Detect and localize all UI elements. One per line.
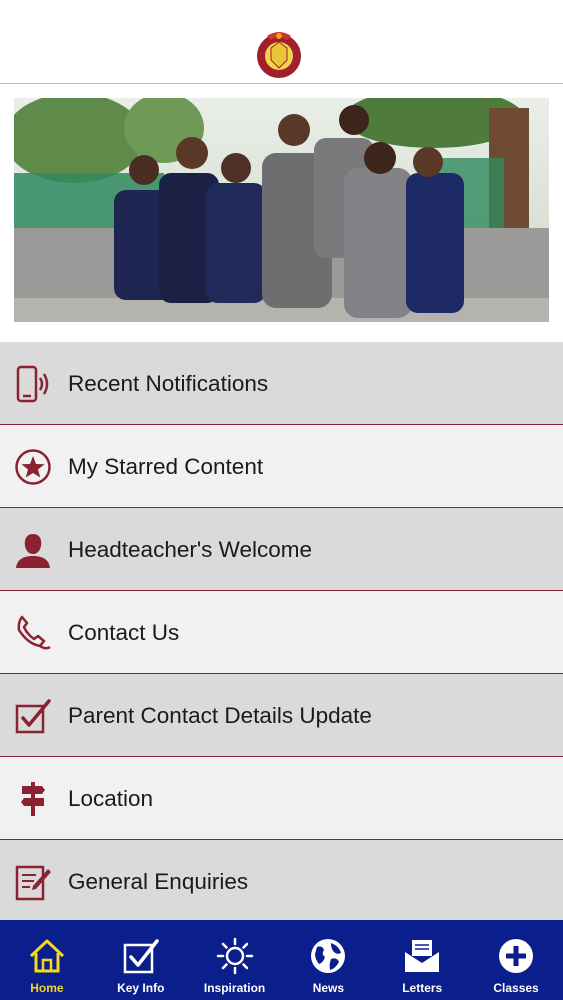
menu-item-label: Contact Us <box>68 620 180 645</box>
tab-inspiration[interactable]: Inspiration <box>188 920 282 1000</box>
menu-item-contact-us[interactable]: Contact Us <box>0 591 563 674</box>
phone-notification-icon <box>16 365 49 403</box>
tab-label: Letters <box>402 981 443 995</box>
person-icon <box>16 534 50 568</box>
document-edit-icon <box>15 865 51 901</box>
tab-label: Inspiration <box>203 981 266 995</box>
menu-item-general-enquiries[interactable]: General Enquiries <box>0 840 563 923</box>
sun-icon <box>216 937 253 975</box>
menu-item-recent-notifications[interactable]: Recent Notifications <box>0 342 563 425</box>
menu-item-label: General Enquiries <box>68 869 249 894</box>
tab-news[interactable]: News <box>281 920 375 1000</box>
envelope-icon <box>405 940 440 972</box>
menu-item-label: Recent Notifications <box>68 371 269 396</box>
menu-item-label: My Starred Content <box>68 454 264 479</box>
tab-label: Classes <box>493 981 539 995</box>
bottom-tab-bar: Home Key Info Inspiration News Letters C… <box>0 920 563 1000</box>
checkbox-icon <box>15 699 51 734</box>
tab-home[interactable]: Home <box>0 920 94 1000</box>
plus-circle-icon <box>499 939 534 973</box>
main-menu: Recent Notifications My Starred Content … <box>0 342 563 923</box>
school-crest-logo <box>257 32 301 78</box>
home-icon <box>29 939 64 973</box>
tab-label: Home <box>30 981 64 995</box>
menu-item-headteachers-welcome[interactable]: Headteacher's Welcome <box>0 508 563 591</box>
app-header <box>0 0 563 84</box>
menu-item-label: Location <box>68 786 154 811</box>
menu-item-my-starred-content[interactable]: My Starred Content <box>0 425 563 508</box>
tab-letters[interactable]: Letters <box>375 920 469 1000</box>
signpost-icon <box>21 782 45 816</box>
menu-item-parent-contact-details-update[interactable]: Parent Contact Details Update <box>0 674 563 757</box>
checkbox-icon <box>123 939 159 974</box>
tab-key-info[interactable]: Key Info <box>94 920 188 1000</box>
menu-item-location[interactable]: Location <box>0 757 563 840</box>
star-circle-icon <box>15 449 51 485</box>
phone-handset-icon <box>17 615 51 650</box>
globe-icon <box>311 939 346 973</box>
menu-item-label: Parent Contact Details Update <box>68 703 372 728</box>
tab-label: Key Info <box>117 981 165 995</box>
hero-photo <box>14 98 549 322</box>
tab-label: News <box>312 981 345 995</box>
menu-item-label: Headteacher's Welcome <box>68 537 312 562</box>
tab-classes[interactable]: Classes <box>469 920 563 1000</box>
